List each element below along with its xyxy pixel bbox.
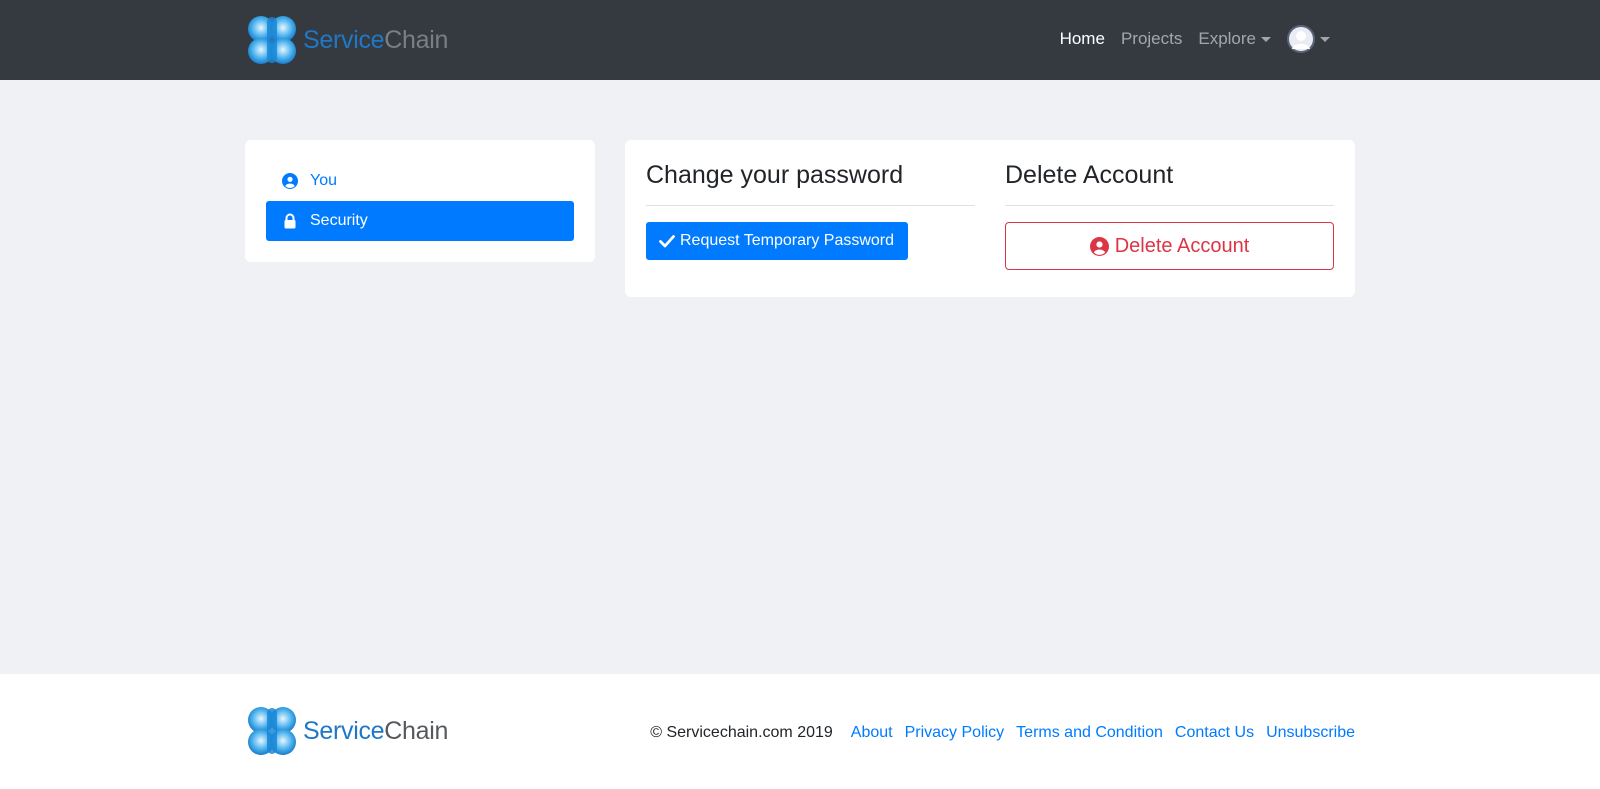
footer-link-unsubscribe[interactable]: Unsubscribe xyxy=(1266,724,1355,742)
section-title: Change your password xyxy=(646,161,904,189)
sidebar-item-you[interactable]: You xyxy=(266,161,574,201)
sidebar-item-security[interactable]: Security xyxy=(266,201,574,241)
user-circle-icon xyxy=(282,173,298,189)
section-title: Delete Account xyxy=(1005,161,1174,189)
lock-icon xyxy=(282,213,298,229)
settings-sidebar: You Security xyxy=(245,140,595,262)
request-temporary-password-button[interactable]: Request Temporary Password xyxy=(646,222,909,260)
nav-explore-dropdown[interactable]: Explore xyxy=(1198,29,1271,49)
nav-links: Home Projects Explore xyxy=(1044,0,1330,78)
nav-home[interactable]: Home xyxy=(1060,29,1105,49)
sidebar-item-label: Security xyxy=(310,212,368,229)
copyright-text: © Servicechain.com 2019 xyxy=(650,724,833,741)
brand-name-part2: Chain xyxy=(384,25,449,54)
footer-links: © Servicechain.com 2019 About Privacy Po… xyxy=(650,722,1355,744)
nav-projects[interactable]: Projects xyxy=(1121,29,1182,49)
button-label: Request Temporary Password xyxy=(680,232,895,249)
footer-link-privacy-policy[interactable]: Privacy Policy xyxy=(905,724,1005,742)
brand-name-part2: Chain xyxy=(384,716,449,745)
delete-account-button[interactable]: Delete Account xyxy=(1005,222,1334,270)
brand-name: ServiceChain xyxy=(303,717,448,746)
user-circle-icon xyxy=(1089,236,1109,256)
sidebar-item-label: You xyxy=(310,172,337,189)
footer-link-contact[interactable]: Contact Us xyxy=(1175,724,1254,742)
check-icon xyxy=(659,235,675,248)
user-avatar-icon xyxy=(1287,25,1315,53)
user-menu-dropdown[interactable] xyxy=(1287,25,1330,53)
button-label: Delete Account xyxy=(1114,234,1250,257)
brand-logo-link[interactable]: ServiceChain xyxy=(245,13,448,67)
nav-explore-label: Explore xyxy=(1198,29,1256,48)
brand-name-part1: Service xyxy=(303,25,385,54)
servicechain-logo-icon xyxy=(248,16,296,64)
security-panel: Change your password Request Temporary P… xyxy=(625,140,1355,297)
change-password-section: Change your password Request Temporary P… xyxy=(646,140,975,260)
divider xyxy=(646,205,975,206)
footer-brand-logo-link[interactable]: ServiceChain xyxy=(245,704,448,758)
divider xyxy=(1005,205,1334,206)
caret-down-icon xyxy=(1261,36,1271,42)
footer-link-about[interactable]: About xyxy=(851,724,893,742)
brand-name: ServiceChain xyxy=(303,26,448,55)
footer-link-terms[interactable]: Terms and Condition xyxy=(1016,724,1163,742)
caret-down-icon xyxy=(1320,36,1330,42)
brand-name-part1: Service xyxy=(303,716,385,745)
delete-account-section: Delete Account Delete Account xyxy=(1005,140,1334,270)
servicechain-logo-icon xyxy=(248,707,296,755)
top-navbar: ServiceChain Home Projects Explore xyxy=(0,0,1600,80)
